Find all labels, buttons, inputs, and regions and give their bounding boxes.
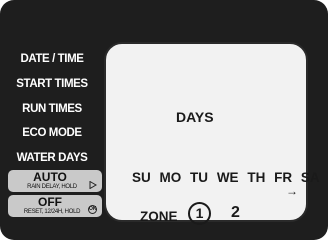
zone-2[interactable]: 2 bbox=[231, 204, 240, 222]
day-wednesday[interactable]: WE bbox=[217, 170, 239, 185]
days-row: SU MO TU WE TH FR SA bbox=[132, 170, 320, 185]
menu-item-start-times[interactable]: START TIMES bbox=[0, 78, 104, 90]
day-monday[interactable]: MO bbox=[160, 170, 182, 185]
menu-item-water-days[interactable]: WATER DAYS bbox=[0, 152, 104, 164]
zone-label: ZONE bbox=[140, 209, 178, 224]
menu-item-eco-mode[interactable]: ECO MODE bbox=[0, 127, 104, 139]
mode-menu: DATE / TIME START TIMES RUN TIMES ECO MO… bbox=[0, 0, 110, 240]
day-friday[interactable]: FR bbox=[274, 170, 292, 185]
ok-circle-icon: OK bbox=[88, 205, 97, 214]
menu-item-run-times[interactable]: RUN TIMES bbox=[0, 103, 104, 115]
menu-item-date-time[interactable]: DATE / TIME bbox=[0, 53, 104, 65]
next-arrow-icon: → bbox=[286, 184, 298, 198]
day-saturday[interactable]: SA bbox=[301, 170, 320, 185]
off-button-subtitle: RESET, 12/24H, HOLD bbox=[23, 209, 81, 215]
lcd-screen: DAYS SU MO TU WE TH FR SA → ZONE 1 2 bbox=[104, 42, 320, 225]
off-button-label: OFF bbox=[38, 195, 62, 209]
zone-1-selected[interactable]: 1 bbox=[188, 202, 211, 225]
day-sunday[interactable]: SU bbox=[132, 170, 151, 185]
day-tuesday[interactable]: TU bbox=[190, 170, 208, 185]
screen-heading: DAYS bbox=[176, 109, 214, 125]
irrigation-controller: DATE / TIME START TIMES RUN TIMES ECO MO… bbox=[0, 0, 328, 240]
auto-button-subtitle: RAIN DELAY, HOLD bbox=[27, 184, 77, 190]
auto-button-label: AUTO bbox=[33, 170, 67, 184]
day-thursday[interactable]: TH bbox=[247, 170, 265, 185]
auto-button[interactable]: AUTO RAIN DELAY, HOLD bbox=[8, 170, 102, 192]
off-button[interactable]: OFF RESET, 12/24H, HOLD OK bbox=[8, 195, 102, 217]
play-triangle-icon bbox=[89, 181, 97, 189]
